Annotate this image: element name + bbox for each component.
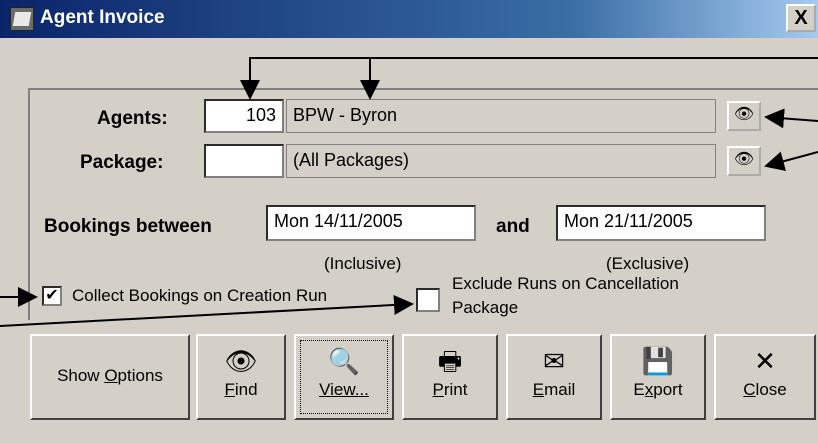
annotation-arrow bbox=[764, 108, 818, 129]
annotation-arrow bbox=[0, 294, 414, 327]
annotation-arrow bbox=[764, 151, 818, 171]
annotation-arrows bbox=[0, 57, 818, 327]
annotation-arrow bbox=[240, 57, 818, 100]
